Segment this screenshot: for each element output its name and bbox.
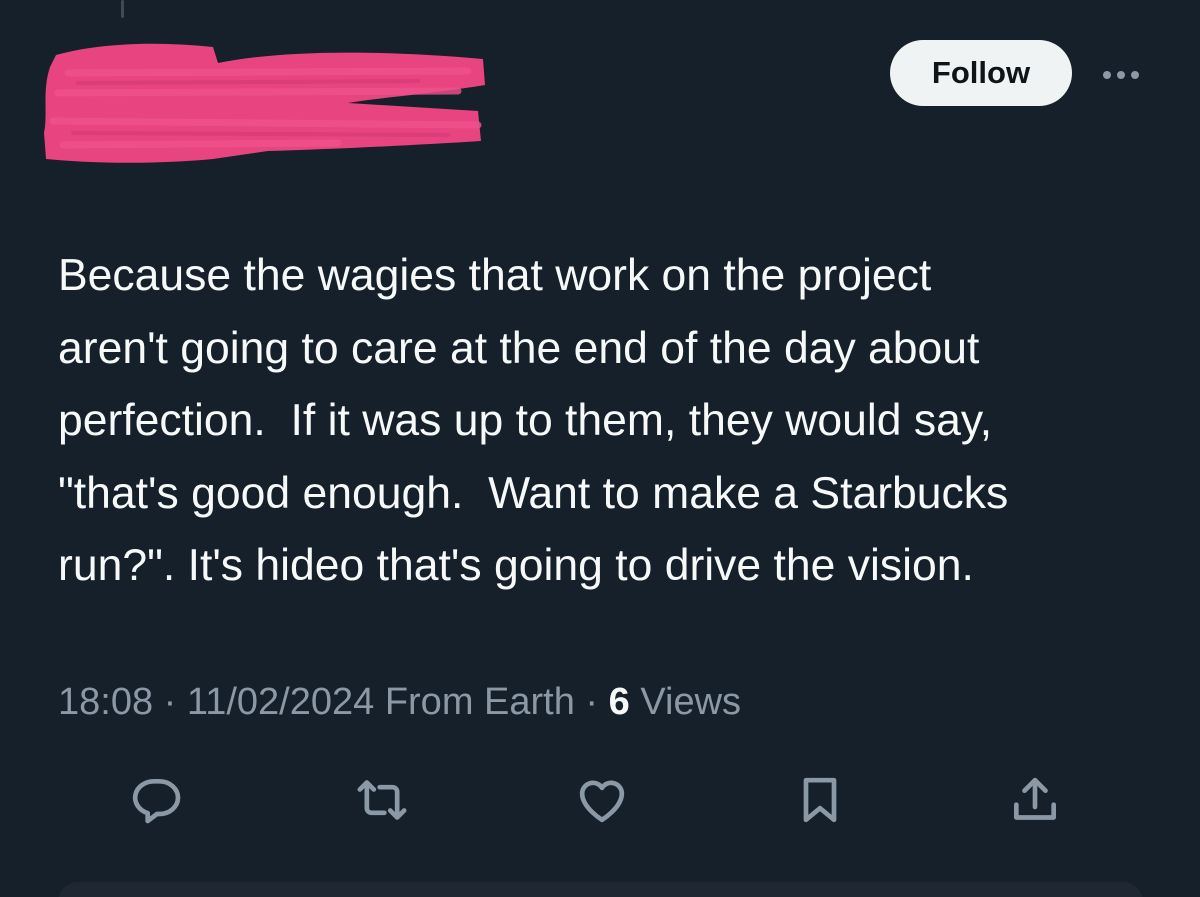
more-dots-icon (1103, 71, 1139, 79)
thread-connector-line (121, 0, 124, 18)
bookmark-icon (803, 777, 837, 823)
share-button[interactable] (1003, 768, 1067, 832)
tweet-text: Because the wagies that work on the proj… (58, 251, 1009, 590)
tweet-metadata: 18:08 · 11/02/2024 From Earth · 6 Views (58, 681, 742, 723)
views-count[interactable]: 6 (609, 681, 630, 723)
tweet-date[interactable]: 11/02/2024 (187, 681, 374, 723)
share-icon (1014, 777, 1056, 820)
retweet-icon (357, 780, 407, 820)
retweet-button[interactable] (350, 768, 414, 832)
more-options-button[interactable] (1095, 55, 1147, 95)
follow-button[interactable]: Follow (890, 40, 1072, 106)
tweet-screen: Follow Because the wagies that work on t… (0, 0, 1200, 897)
heart-icon (579, 780, 625, 823)
views-label[interactable]: Views (640, 681, 741, 723)
tweet-action-bar (0, 768, 1200, 832)
tweet-source: From Earth (384, 681, 575, 723)
reply-button[interactable] (125, 768, 189, 832)
reply-composer[interactable] (58, 882, 1143, 897)
tweet-time[interactable]: 18:08 (58, 681, 153, 723)
reply-bubble-icon (132, 778, 181, 824)
redacted-author-info (44, 43, 485, 163)
bookmark-button[interactable] (788, 768, 852, 832)
like-button[interactable] (570, 768, 634, 832)
